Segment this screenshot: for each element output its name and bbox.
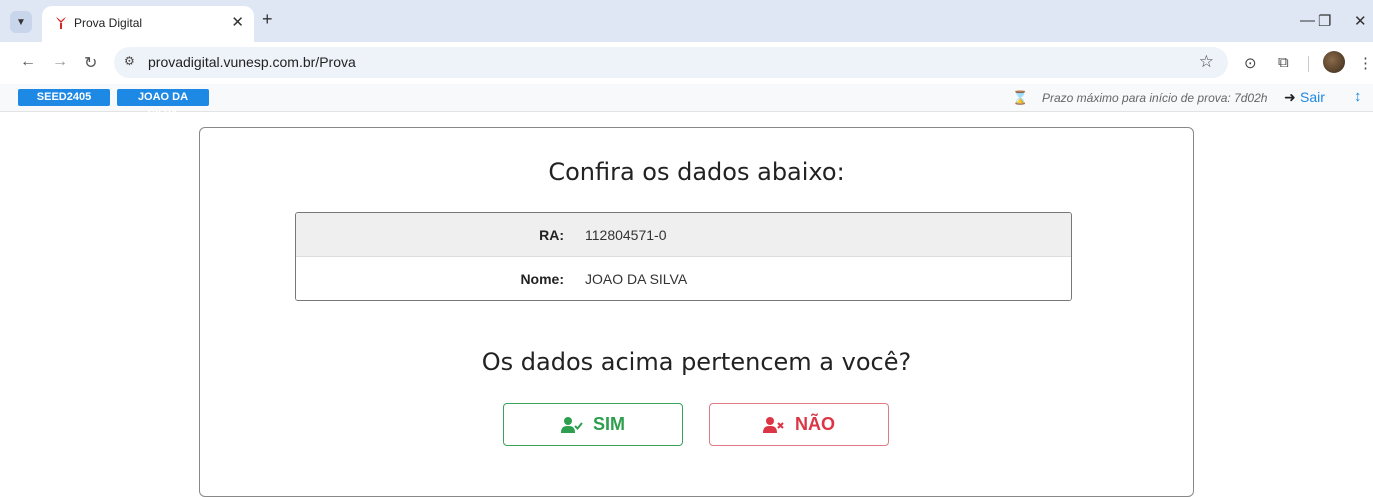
hourglass-icon: ⌛ <box>1012 90 1029 105</box>
page-title: Confira os dados abaixo: <box>548 158 845 186</box>
confirmation-card: Confira os dados abaixo: RA: 112804571-0… <box>199 127 1194 497</box>
user-check-icon <box>560 416 583 433</box>
profile-avatar[interactable] <box>1323 51 1345 73</box>
row-label: RA: <box>539 227 564 243</box>
yes-label: SIM <box>592 414 625 434</box>
new-tab-button[interactable]: + <box>262 9 273 30</box>
site-info-icon[interactable]: ⚙ <box>124 54 135 68</box>
confirmation-question: Os dados acima pertencem a você? <box>481 348 912 376</box>
extension-circle-icon[interactable]: ⊙ <box>1244 54 1257 72</box>
confirm-yes-button[interactable]: SIM <box>503 403 683 446</box>
url-text[interactable]: provadigital.vunesp.com.br/Prova <box>148 54 356 70</box>
confirm-no-button[interactable]: NÃO <box>709 403 889 446</box>
close-window-icon[interactable]: ✕ <box>1354 12 1367 30</box>
browser-toolbar: ← → ↻ ⚙ provadigital.vunesp.com.br/Prova… <box>0 42 1373 84</box>
user-times-icon <box>763 416 784 433</box>
no-label: NÃO <box>795 414 835 434</box>
restore-icon[interactable]: ❐ <box>1318 12 1331 30</box>
deadline-text: Prazo máximo para início de prova: 7d02h <box>1042 91 1268 105</box>
row-value: 112804571-0 <box>585 227 667 243</box>
back-icon[interactable]: ← <box>20 53 36 71</box>
exam-code-badge: SEED2405 <box>18 89 110 106</box>
logout-link[interactable]: Sair <box>1300 89 1325 105</box>
address-bar[interactable]: ⚙ provadigital.vunesp.com.br/Prova ☆ <box>114 47 1228 78</box>
reload-icon[interactable]: ↻ <box>84 53 97 73</box>
bookmark-star-icon[interactable]: ☆ <box>1199 52 1214 72</box>
tab-title: Prova Digital <box>74 16 143 30</box>
chevron-down-icon: ▼ <box>16 16 26 28</box>
browser-tab[interactable]: Prova Digital ✕ <box>42 6 254 42</box>
tab-search-button[interactable]: ▼ <box>10 11 32 33</box>
menu-kebab-icon[interactable]: ⋮ <box>1358 54 1373 72</box>
row-label: Nome: <box>520 271 564 287</box>
table-row: RA: 112804571-0 <box>296 213 1071 257</box>
app-header: SEED2405 JOAO DA SILVA ⌛ Prazo máximo pa… <box>0 84 1373 120</box>
vunesp-logo-icon <box>56 17 66 29</box>
user-data-table: RA: 112804571-0 Nome: JOAO DA SILVA <box>295 212 1072 301</box>
minimize-icon[interactable]: — <box>1300 12 1315 29</box>
toolbar-separator <box>1308 56 1309 72</box>
extensions-puzzle-icon[interactable]: ⧉ <box>1278 54 1289 71</box>
table-row: Nome: JOAO DA SILVA <box>296 257 1071 300</box>
logout-icon[interactable]: ➜ <box>1284 89 1296 106</box>
browser-tab-bar: ▼ Prova Digital ✕ + — ❐ ✕ <box>0 0 1373 42</box>
tab-close-icon[interactable]: ✕ <box>231 13 244 31</box>
user-name-badge: JOAO DA SILVA <box>117 89 209 120</box>
vertical-resize-icon[interactable]: ↕ <box>1354 88 1362 105</box>
forward-icon[interactable]: → <box>52 53 68 71</box>
row-value: JOAO DA SILVA <box>585 271 688 287</box>
